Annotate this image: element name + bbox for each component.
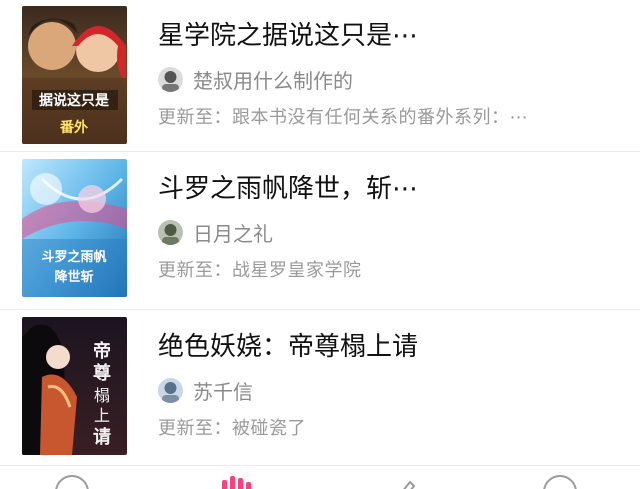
latest-update: 更新至：战星罗皇家学院	[158, 256, 362, 282]
bottom-tab-bar	[0, 466, 640, 489]
bookshelf-icon	[222, 476, 251, 489]
write-icon	[403, 480, 416, 489]
tab-bookshelf[interactable]	[216, 472, 256, 489]
book-author: 楚叔用什么制作的	[193, 68, 353, 93]
list-item[interactable]: 帝 尊 榻 上 请 绝色妖娆：帝尊榻上请 苏千信 更新至：被碰瓷了	[0, 311, 640, 463]
book-title[interactable]: 绝色妖娆：帝尊榻上请	[158, 329, 418, 365]
avatar	[158, 219, 183, 245]
svg-text:请: 请	[93, 427, 111, 448]
update-text: 被碰瓷了	[232, 418, 306, 439]
book-title[interactable]: 斗罗之雨帆降世，斩⋯	[158, 171, 418, 207]
svg-text:据说这只是: 据说这只是	[39, 92, 110, 109]
author-row[interactable]: 日月之礼	[158, 219, 273, 246]
update-prefix: 更新至：	[158, 418, 232, 439]
list-item[interactable]: 斗罗之雨帆 降世斩 斗罗之雨帆降世，斩⋯ 日月之礼 更新至：战星罗皇家学院	[0, 153, 640, 305]
profile-icon	[543, 475, 577, 489]
update-prefix: 更新至：	[158, 260, 232, 281]
update-text: 战星罗皇家学院	[232, 260, 362, 281]
author-row[interactable]: 苏千信	[158, 377, 253, 404]
svg-text:番外: 番外	[59, 119, 88, 136]
update-prefix: 更新至：	[158, 107, 232, 128]
tab-write[interactable]	[382, 472, 422, 489]
avatar	[158, 66, 183, 92]
divider	[0, 309, 640, 310]
update-text: 跟本书没有任何关系的番外系列：⋯	[232, 107, 528, 128]
divider	[0, 151, 640, 152]
svg-text:斗罗之雨帆: 斗罗之雨帆	[41, 249, 106, 265]
book-author: 苏千信	[193, 379, 253, 404]
latest-update: 更新至：被碰瓷了	[158, 414, 306, 440]
book-title[interactable]: 星学院之据说这只是⋯	[158, 18, 418, 54]
home-icon	[55, 475, 89, 489]
book-cover[interactable]: 据说这只是 番外	[22, 6, 127, 144]
author-row[interactable]: 楚叔用什么制作的	[158, 66, 353, 93]
svg-text:降世斩: 降世斩	[54, 269, 93, 285]
book-author: 日月之礼	[193, 221, 273, 246]
svg-text:榻: 榻	[94, 386, 110, 405]
tab-profile[interactable]	[540, 472, 580, 489]
tab-home[interactable]	[52, 472, 92, 489]
svg-text:帝: 帝	[93, 340, 111, 362]
svg-text:上: 上	[94, 406, 110, 425]
svg-text:尊: 尊	[93, 362, 111, 384]
latest-update: 更新至：跟本书没有任何关系的番外系列：⋯	[158, 103, 528, 129]
list-item[interactable]: 据说这只是 番外 星学院之据说这只是⋯ 楚叔用什么制作的 更新至：跟本书没有任何…	[0, 0, 640, 152]
book-cover[interactable]: 斗罗之雨帆 降世斩	[22, 159, 127, 297]
avatar	[158, 377, 183, 403]
book-cover[interactable]: 帝 尊 榻 上 请	[22, 317, 127, 455]
